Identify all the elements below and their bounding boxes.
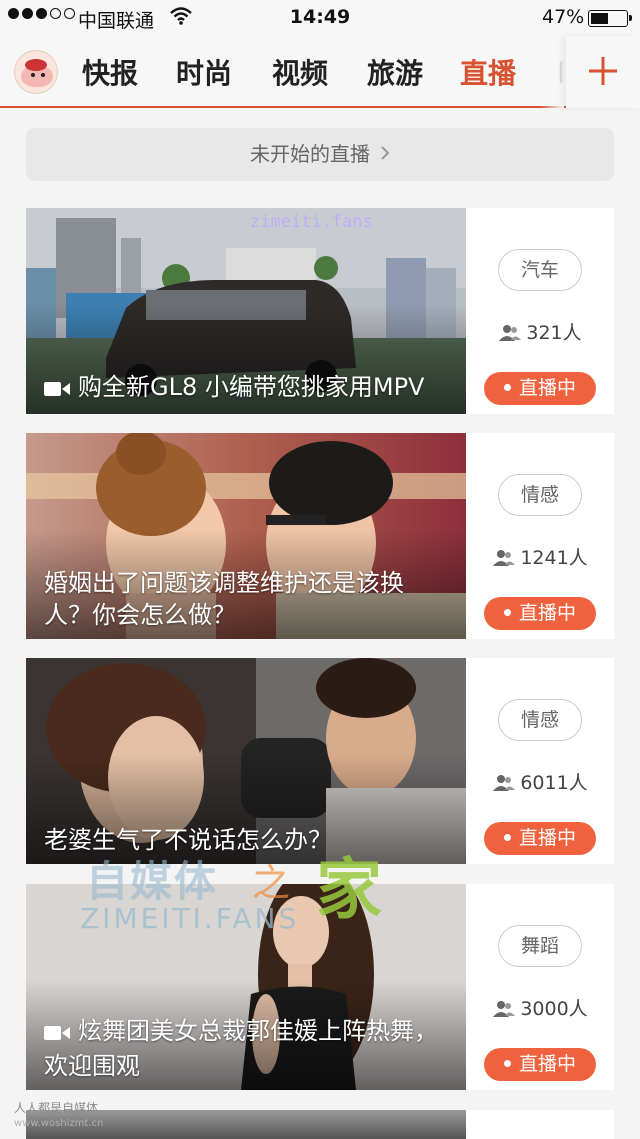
viewer-count: 321人 [466,318,614,347]
tab-shishang[interactable]: 时尚 [176,52,232,92]
wifi-icon [170,7,192,25]
battery-percent: 47% [542,6,585,28]
watermark-logo: 自媒体 之 家 ZIMEITI.FANS [80,851,382,935]
tab-shipin[interactable]: 视频 [272,52,328,92]
not-started-live-link[interactable]: 未开始的直播 [26,128,614,181]
avatar[interactable] [14,50,58,94]
video-icon [44,1018,70,1050]
video-icon [44,374,70,406]
live-card[interactable]: 购全新GL8 小编带您挑家用MPV 汽车 321人 直播中 zimeiti.fa… [26,208,614,414]
watermark-text: zimeiti.fans [250,212,373,232]
chevron-right-icon [380,128,390,181]
tab-lvyou[interactable]: 旅游 [367,52,423,92]
live-card[interactable] [26,1110,614,1139]
live-status-badge: 直播中 [484,822,596,855]
live-thumbnail: 购全新GL8 小编带您挑家用MPV [26,208,466,414]
category-tag[interactable]: 情感 [498,474,582,516]
category-tag[interactable]: 舞蹈 [498,925,582,967]
viewer-count: 6011人 [466,768,614,797]
live-thumbnail: 老婆生气了不说话怎么办？ [26,658,466,864]
watermark-footer: 人人都是自媒体 www.woshizmt.cn [14,1101,104,1129]
live-card-meta: 汽车 321人 直播中 [466,208,614,414]
live-status-badge: 直播中 [484,597,596,630]
live-card-title: 购全新GL8 小编带您挑家用MPV [44,371,448,406]
status-bar: 中国联通 14:49 47% [0,0,640,36]
live-card-meta: 情感 6011人 直播中 [466,658,614,864]
category-tag[interactable]: 情感 [498,699,582,741]
live-card-meta: 舞蹈 3000人 直播中 [466,884,614,1090]
live-card-title: 炫舞团美女总裁郭佳媛上阵热舞，欢迎围观 [44,1017,438,1080]
viewer-count: 3000人 [466,994,614,1023]
live-status-badge: 直播中 [484,1048,596,1081]
people-icon [498,324,522,347]
people-icon [492,1000,516,1023]
viewer-count: 1241人 [466,543,614,572]
live-card[interactable]: 婚姻出了问题该调整维护还是该换人？你会怎么做？ 情感 1241人 直播中 [26,433,614,639]
live-thumbnail: 婚姻出了问题该调整维护还是该换人？你会怎么做？ [26,433,466,639]
not-started-label: 未开始的直播 [250,142,370,166]
live-card[interactable]: 老婆生气了不说话怎么办？ 情感 6011人 直播中 [26,658,614,864]
plus-icon [589,57,617,85]
channel-tabs: 快报 时尚 视频 旅游 直播 时 [72,36,564,108]
live-card-title: 婚姻出了问题该调整维护还是该换人？你会怎么做？ [44,569,404,629]
channel-header: 快报 时尚 视频 旅游 直播 时 [0,36,640,108]
tab-zhibo[interactable]: 直播 [460,52,516,92]
category-tag[interactable]: 汽车 [498,249,582,291]
live-card-meta: 情感 1241人 直播中 [466,433,614,639]
carrier-name: 中国联通 [78,10,155,32]
add-channel-button[interactable] [566,36,640,108]
battery-icon [588,10,632,27]
people-icon [492,549,516,572]
live-status-badge: 直播中 [484,372,596,405]
tab-kuaibao[interactable]: 快报 [82,52,138,92]
signal-strength-icon [8,8,75,19]
people-icon [492,774,516,797]
